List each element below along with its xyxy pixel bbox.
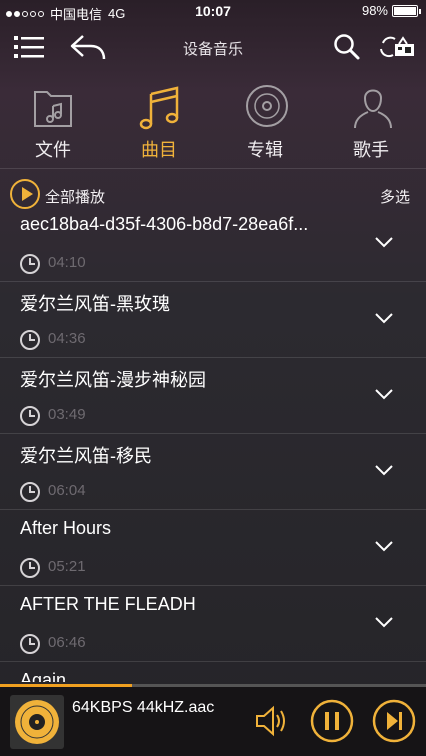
song-title: After Hours xyxy=(20,518,112,538)
song-duration: 04:36 xyxy=(48,330,86,347)
album-art[interactable] xyxy=(10,695,64,749)
song-title: Again xyxy=(20,670,67,682)
person-icon xyxy=(354,89,392,129)
chevron-down-icon[interactable] xyxy=(374,232,394,252)
tab-artists[interactable]: 歌手 xyxy=(318,78,424,166)
tab-albums-label: 专辑 xyxy=(247,140,283,160)
battery-percent: 98% xyxy=(361,3,388,18)
song-title: 爱尔兰风笛-移民 xyxy=(20,446,152,466)
chevron-down-icon[interactable] xyxy=(374,384,394,404)
player-bar: 64KBPS 44kHZ.aac xyxy=(0,687,426,756)
song-item[interactable]: 爱尔兰风笛-漫步神秘园 03:49 xyxy=(0,358,426,434)
music-note-icon xyxy=(139,86,179,130)
clock-icon xyxy=(20,406,40,426)
tab-artists-label: 歌手 xyxy=(353,140,389,160)
pause-button[interactable] xyxy=(310,699,354,743)
play-all-icon[interactable] xyxy=(10,179,40,209)
search-icon[interactable] xyxy=(330,32,364,62)
pause-icon xyxy=(310,699,354,743)
category-tabs: 文件 曲目 专辑 歌手 xyxy=(0,78,426,166)
clock-icon xyxy=(20,330,40,350)
song-title: aec18ba4-d35f-4306-b8d7-28ea6f... xyxy=(20,214,309,234)
song-title: AFTER THE FLEADH xyxy=(20,594,196,614)
song-item[interactable]: aec18ba4-d35f-4306-b8d7-28ea6f... 04:10 xyxy=(0,206,426,282)
song-title: 爱尔兰风笛-漫步神秘园 xyxy=(20,370,206,390)
tab-tracks-label: 曲目 xyxy=(141,140,177,160)
next-track-icon xyxy=(372,699,416,743)
disc-icon xyxy=(246,85,288,127)
chevron-down-icon[interactable] xyxy=(374,536,394,556)
song-duration: 05:21 xyxy=(48,558,86,575)
status-right: 98% xyxy=(361,3,421,18)
song-item[interactable]: 爱尔兰风笛-移民 06:04 xyxy=(0,434,426,510)
song-duration: 03:49 xyxy=(48,406,86,423)
battery-icon xyxy=(392,4,421,17)
nav-bar: 设备音乐 xyxy=(0,24,426,70)
now-playing-title: 64KBPS 44kHZ.aac xyxy=(72,699,215,716)
song-list: aec18ba4-d35f-4306-b8d7-28ea6f... 04:10 … xyxy=(0,206,426,682)
tab-albums[interactable]: 专辑 xyxy=(212,78,318,166)
clock-icon xyxy=(20,482,40,502)
song-item[interactable]: Again xyxy=(0,662,426,682)
clock-icon xyxy=(20,558,40,578)
song-duration: 06:04 xyxy=(48,482,86,499)
folder-music-icon xyxy=(34,91,72,127)
play-all-button[interactable]: 全部播放 xyxy=(45,186,105,207)
volume-button[interactable] xyxy=(250,699,294,743)
multi-select-button[interactable]: 多选 xyxy=(380,186,410,207)
tab-files-label: 文件 xyxy=(35,140,71,160)
song-item[interactable]: After Hours 05:21 xyxy=(0,510,426,586)
song-item[interactable]: AFTER THE FLEADH 06:46 xyxy=(0,586,426,662)
speaker-icon xyxy=(256,705,285,737)
chevron-down-icon[interactable] xyxy=(374,460,394,480)
chevron-down-icon[interactable] xyxy=(374,612,394,632)
clock-icon xyxy=(20,254,40,274)
status-bar: 中国电信 4G 10:07 98% xyxy=(0,0,426,24)
device-sync-icon[interactable] xyxy=(376,32,418,62)
next-track-button[interactable] xyxy=(372,699,416,743)
tab-files[interactable]: 文件 xyxy=(0,78,106,166)
chevron-down-icon[interactable] xyxy=(374,308,394,328)
song-duration: 04:10 xyxy=(48,254,86,271)
tab-tracks[interactable]: 曲目 xyxy=(106,78,212,166)
song-item[interactable]: 爱尔兰风笛-黑玫瑰 04:36 xyxy=(0,282,426,358)
vinyl-disc-icon xyxy=(15,700,59,744)
clock-icon xyxy=(20,634,40,654)
song-duration: 06:46 xyxy=(48,634,86,651)
song-title: 爱尔兰风笛-黑玫瑰 xyxy=(20,294,170,314)
